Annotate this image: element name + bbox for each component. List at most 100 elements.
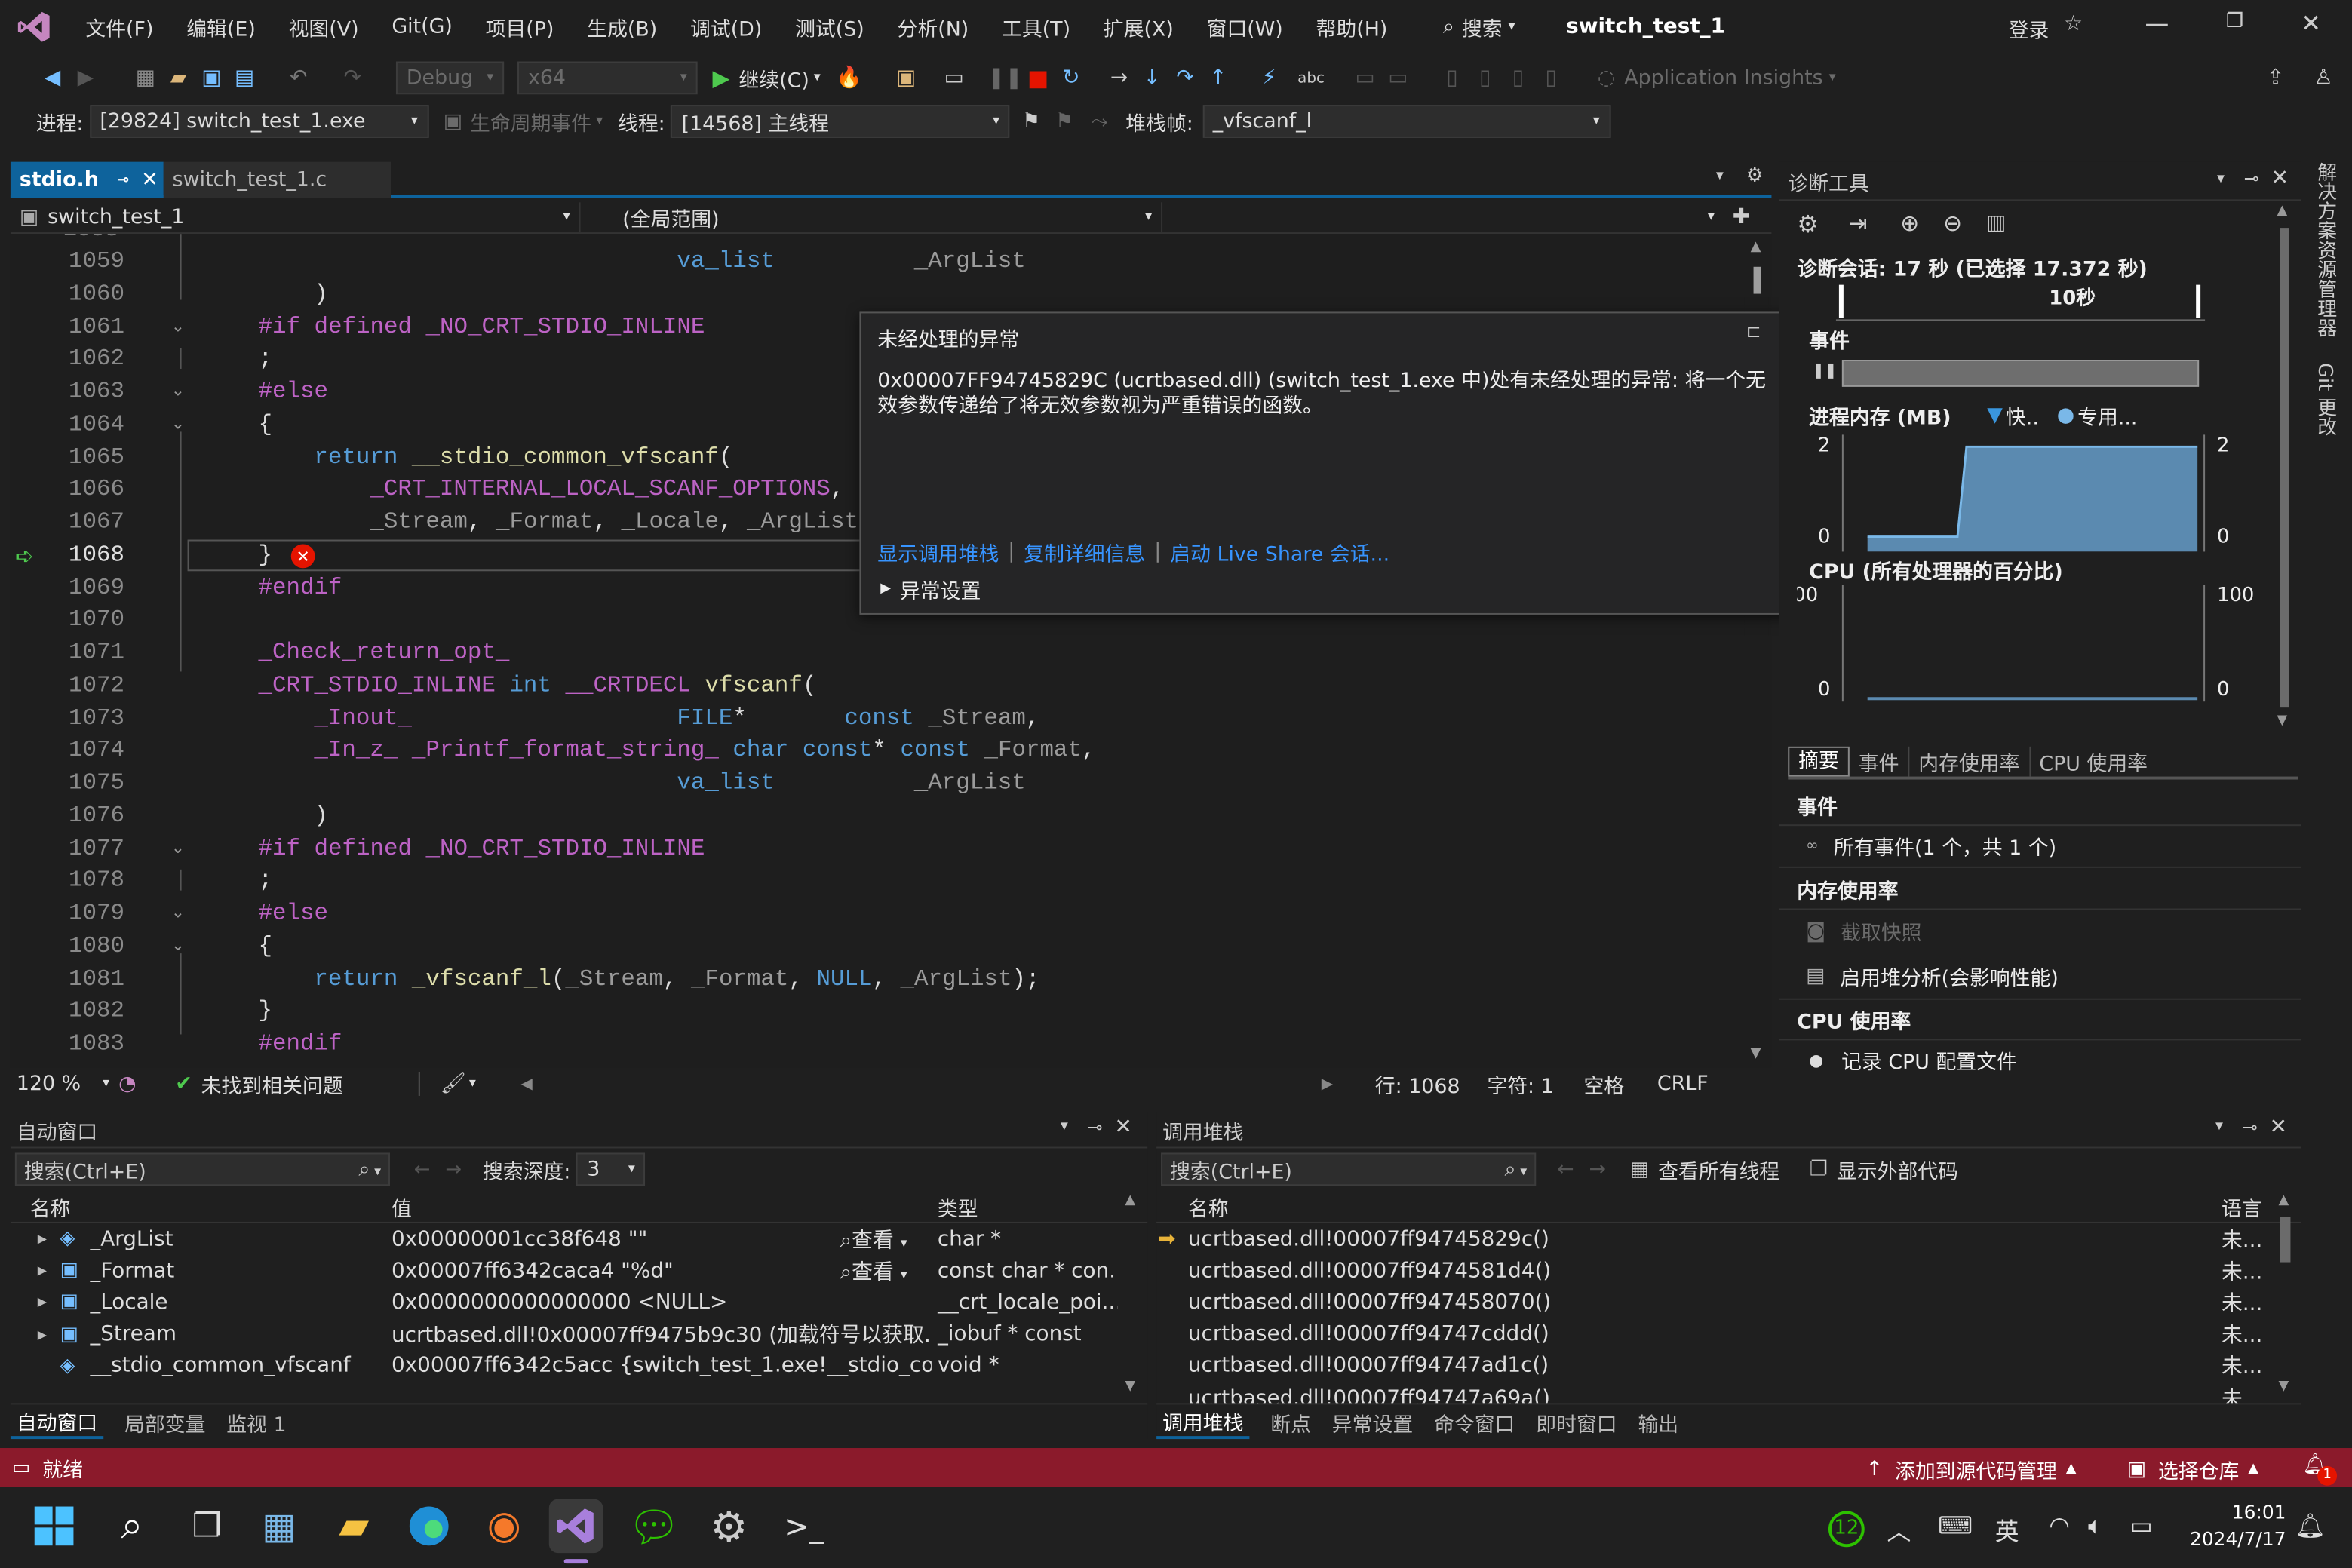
battery-icon[interactable]: ▭ xyxy=(2130,1511,2153,1540)
diagnostic-icon[interactable]: ⚡ xyxy=(1252,61,1285,94)
search-forward-icon[interactable]: → xyxy=(445,1158,462,1180)
step-over-icon[interactable]: ↷ xyxy=(1168,61,1202,94)
keyboard-icon[interactable]: ⌨ xyxy=(1938,1511,1973,1540)
process-dropdown[interactable]: [29824] switch_test_1.exe ▾ xyxy=(89,105,428,138)
split-editor-icon[interactable]: ✚ xyxy=(1733,204,1750,229)
copilot-icon[interactable]: ◔ xyxy=(118,1072,136,1096)
solution-explorer-tab[interactable]: 解决方案资源管理器 xyxy=(2310,162,2338,338)
menu-item[interactable]: 扩展(X) xyxy=(1087,0,1190,54)
menu-item[interactable]: 调试(D) xyxy=(674,0,778,54)
variable-value[interactable]: 0x00007ff6342caca4 "%d" xyxy=(391,1259,836,1283)
search-icon[interactable]: ⌕ xyxy=(105,1499,159,1554)
window-layout-icon[interactable]: ▭ xyxy=(938,61,971,94)
autos-search-input[interactable]: 搜索(Ctrl+E) ⌕ ▾ xyxy=(14,1152,391,1186)
tray-overflow-icon[interactable]: ︿ xyxy=(1887,1511,1911,1548)
bottom-tab[interactable]: 命令窗口 xyxy=(1434,1407,1515,1437)
expand-chevron-icon[interactable]: ▶ xyxy=(38,1264,47,1278)
issues-status[interactable]: 未找到相关问题 xyxy=(201,1069,343,1099)
callstack-search-input[interactable]: 搜索(Ctrl+E) ⌕ ▾ xyxy=(1161,1152,1537,1186)
menu-item[interactable]: 生成(B) xyxy=(570,0,674,54)
restore-button[interactable]: ❐ xyxy=(2226,11,2243,33)
bottom-tab[interactable]: 即时窗口 xyxy=(1536,1407,1617,1437)
view-button[interactable]: ⌕查看 ▾ xyxy=(840,1256,907,1286)
feedback-icon[interactable]: ☆ xyxy=(2064,12,2083,36)
wifi-icon[interactable]: ◠ xyxy=(2049,1511,2070,1540)
step-into-icon[interactable]: ↓ xyxy=(1135,61,1168,94)
menu-item[interactable]: 文件(F) xyxy=(69,0,170,54)
scope-nav-dropdown[interactable]: (全局范围) ▾ xyxy=(581,201,1163,232)
bookmark-prev-icon[interactable]: ▯ xyxy=(1469,61,1502,94)
menu-item[interactable]: 工具(T) xyxy=(985,0,1087,54)
pause-icon[interactable]: ❚❚ xyxy=(1812,363,1837,379)
stack-frame-row[interactable]: ucrtbased.dll!00007ff9474581d4() 未... xyxy=(1156,1255,2272,1287)
back-icon[interactable]: ◀ xyxy=(36,61,69,94)
account-icon[interactable]: ♙ xyxy=(2307,61,2340,94)
search-back-icon[interactable]: ← xyxy=(1557,1157,1574,1181)
pin-icon[interactable]: ⊸ xyxy=(117,172,130,189)
save-all-icon[interactable]: ▤ xyxy=(228,61,261,94)
stackframe-toggle-icon[interactable]: ⤳ xyxy=(1092,109,1108,133)
bottom-tab[interactable]: 异常设置 xyxy=(1332,1407,1413,1437)
break-all-icon[interactable]: ❚❚ xyxy=(987,61,1023,94)
wechat-icon[interactable]: 💬︎ xyxy=(627,1499,681,1554)
close-window-button[interactable]: ✕ xyxy=(2301,9,2321,38)
table-row[interactable]: ▶ ▣ _Locale 0x0000000000000000 <NULL> __crt_… xyxy=(11,1287,1120,1318)
char-status[interactable]: 字符: 1 xyxy=(1487,1069,1553,1099)
panel-menu-icon[interactable]: ▾ xyxy=(1061,1118,1068,1135)
view-button[interactable]: ⌕查看 ▾ xyxy=(840,1224,907,1254)
redo-icon[interactable]: ↷ xyxy=(336,61,369,94)
variable-value[interactable]: 0x00007ff6342c5acc {switch_test_1.exe!__… xyxy=(391,1354,932,1378)
heap-profiling-button[interactable]: ▤ 启用堆分析(会影响性能) xyxy=(1806,961,2059,991)
menu-item[interactable]: 帮助(H) xyxy=(1300,0,1405,54)
continue-button[interactable]: ▶ 继续(C) ▾ xyxy=(713,63,821,93)
pin-icon[interactable]: ⊸ xyxy=(2243,1117,2258,1138)
tab-events[interactable]: 事件 xyxy=(1850,747,1908,777)
search-forward-icon[interactable]: → xyxy=(1589,1157,1605,1181)
share-icon[interactable]: ⇪ xyxy=(2259,61,2292,94)
pin-icon[interactable]: ⊏ xyxy=(1746,321,1761,342)
bottom-tab[interactable]: 输出 xyxy=(1638,1407,1678,1437)
stackframe-dropdown[interactable]: _vfscanf_l ▾ xyxy=(1202,105,1610,138)
add-to-source-control-button[interactable]: ↑ 添加到源代码管理 ▲ xyxy=(1866,1454,2077,1484)
tab-watch-1[interactable]: 监视 1 xyxy=(226,1407,286,1437)
calculator-icon[interactable]: ▦ xyxy=(252,1499,306,1554)
space-status[interactable]: 空格 xyxy=(1583,1069,1624,1099)
hscroll-left-icon[interactable]: ◀ xyxy=(521,1076,533,1092)
bookmark-next-icon[interactable]: ▯ xyxy=(1502,61,1535,94)
search-depth-dropdown[interactable]: 3 ▾ xyxy=(576,1152,646,1186)
open-file-icon[interactable]: ▰ xyxy=(162,61,195,94)
task-view-icon[interactable]: ❐ xyxy=(180,1499,235,1554)
clock[interactable]: 16:01 2024/7/17 xyxy=(2178,1499,2286,1554)
tab-autos[interactable]: 自动窗口 xyxy=(10,1405,104,1439)
diag-scrollbar[interactable]: ▲ ▼ xyxy=(2271,204,2298,736)
fold-chevron-icon[interactable]: ⌄ xyxy=(171,935,185,955)
menu-item[interactable]: Git(G) xyxy=(375,0,468,54)
close-panel-icon[interactable]: ✕ xyxy=(2270,1115,2287,1140)
stack-frame-row[interactable]: ➡ ucrtbased.dll!00007ff94745829c() 未... xyxy=(1156,1223,2272,1255)
variable-value[interactable]: 0x0000000000000000 <NULL> xyxy=(391,1290,932,1315)
chart-icon[interactable]: ▥ xyxy=(1986,211,2006,235)
login-button[interactable]: 登录 xyxy=(2009,14,2050,44)
show-call-stack-link[interactable]: 显示调用堆栈 xyxy=(877,537,999,567)
platform-dropdown[interactable]: x64 ▾ xyxy=(517,61,698,95)
thread-dropdown[interactable]: [14568] 主线程 ▾ xyxy=(671,105,1011,138)
bookmark-icon[interactable]: ▯ xyxy=(1435,61,1469,94)
eol-status[interactable]: CRLF xyxy=(1657,1072,1709,1096)
bookmark-clear-icon[interactable]: ▯ xyxy=(1534,61,1567,94)
minimize-button[interactable]: — xyxy=(2145,9,2169,38)
app-insights-button[interactable]: ◌ Application Insights ▾ xyxy=(1598,66,1836,90)
tab-locals[interactable]: 局部变量 xyxy=(124,1407,205,1437)
start-menu-icon[interactable] xyxy=(27,1499,81,1554)
autos-scrollbar[interactable]: ▲ ▼ xyxy=(1120,1193,1144,1403)
menu-item[interactable]: 测试(S) xyxy=(778,0,880,54)
stack-frame-row[interactable]: ucrtbased.dll!00007ff94747ad1c() 未... xyxy=(1156,1350,2272,1382)
tab-stdio-h[interactable]: stdio.h ⊸ ✕ xyxy=(10,161,164,198)
new-project-icon[interactable]: ▦ xyxy=(129,61,162,94)
view-all-threads-button[interactable]: 查看所有线程 xyxy=(1658,1154,1779,1184)
volume-mute-icon[interactable]: 🔈︎ xyxy=(2088,1511,2102,1542)
menu-item[interactable]: 分析(N) xyxy=(881,0,985,54)
pin-icon[interactable]: ⊸ xyxy=(1088,1117,1103,1138)
close-panel-icon[interactable]: ✕ xyxy=(1114,1115,1131,1140)
select-repo-button[interactable]: ▣ 选择仓库 ▲ xyxy=(2127,1454,2258,1484)
fold-chevron-icon[interactable]: ⌄ xyxy=(171,838,185,858)
